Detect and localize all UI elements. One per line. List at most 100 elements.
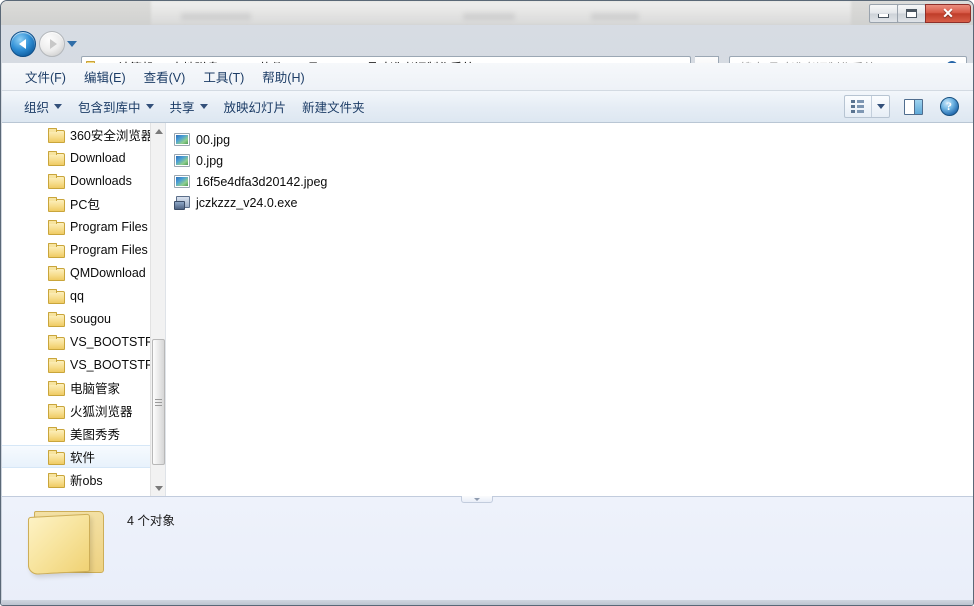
title-bar[interactable]: ✕ bbox=[1, 1, 973, 25]
toolbar-right-group: ? bbox=[844, 95, 973, 118]
file-list-item[interactable]: 00.jpg bbox=[166, 129, 973, 150]
sidebar-item-sougou[interactable]: sougou bbox=[2, 307, 152, 330]
chevron-down-icon bbox=[876, 104, 885, 109]
chevron-down-icon bbox=[199, 104, 208, 109]
toolbar-new-folder-button[interactable]: 新建文件夹 bbox=[294, 93, 373, 120]
image-file-icon bbox=[174, 133, 190, 146]
preview-pane-icon bbox=[903, 98, 923, 115]
close-button[interactable]: ✕ bbox=[925, 3, 971, 23]
sidebar-item-program-files[interactable]: Program Files bbox=[2, 215, 152, 238]
sidebar-item-qq[interactable]: qq bbox=[2, 284, 152, 307]
minimize-button[interactable] bbox=[869, 3, 898, 23]
sidebar-item-label: Downloads bbox=[70, 173, 132, 188]
forward-arrow-icon bbox=[49, 39, 57, 49]
toolbar-include-in-library-button[interactable]: 包含到库中 bbox=[70, 93, 162, 120]
folder-icon bbox=[48, 266, 65, 281]
command-toolbar: 组织 包含到库中 共享 放映幻灯片 新建文件夹 ? bbox=[2, 91, 973, 123]
view-mode-control[interactable] bbox=[844, 95, 890, 118]
background-window-ghost-text bbox=[463, 13, 515, 20]
scrollbar-thumb[interactable] bbox=[152, 339, 165, 465]
help-icon: ? bbox=[939, 97, 959, 116]
toolbar-share-label: 共享 bbox=[169, 101, 195, 115]
file-name: jczkzzz_v24.0.exe bbox=[196, 195, 298, 210]
menu-bar: 文件(F) 编辑(E) 查看(V) 工具(T) 帮助(H) bbox=[2, 63, 973, 91]
toolbar-organize-button[interactable]: 组织 bbox=[16, 93, 70, 120]
close-icon: ✕ bbox=[942, 5, 954, 21]
forward-button[interactable] bbox=[39, 31, 65, 57]
chevron-down-icon bbox=[145, 104, 154, 109]
sidebar-item-computer-butler[interactable]: 电脑管家 bbox=[2, 376, 152, 399]
sidebar-item-meitu[interactable]: 美图秀秀 bbox=[2, 422, 152, 445]
chevron-down-icon bbox=[154, 485, 163, 491]
toolbar-slideshow-button[interactable]: 放映幻灯片 bbox=[216, 93, 295, 120]
file-name: 16f5e4dfa3d20142.jpeg bbox=[196, 174, 328, 189]
back-button[interactable] bbox=[10, 31, 36, 57]
sidebar-item-label: Program Files bbox=[70, 219, 148, 234]
folder-icon bbox=[48, 197, 65, 212]
details-pane: 4 个对象 bbox=[2, 496, 973, 605]
sidebar-item-label: 电脑管家 bbox=[70, 382, 121, 396]
folder-icon bbox=[48, 151, 65, 166]
preview-pane-button[interactable] bbox=[900, 96, 926, 118]
sidebar-item-vs-bootstrapper-1[interactable]: VS_BOOTSTR… bbox=[2, 330, 165, 353]
folder-icon bbox=[48, 312, 65, 327]
toolbar-include-in-library-label: 包含到库中 bbox=[78, 101, 141, 115]
view-mode-dropdown-button[interactable] bbox=[871, 96, 889, 117]
toolbar-organize-label: 组织 bbox=[24, 101, 50, 115]
sidebar-item-program-files-x86[interactable]: Program Files bbox=[2, 238, 152, 261]
file-list[interactable]: 00.jpg 0.jpg 16f5e4dfa3d20142.jpeg jczkz… bbox=[166, 123, 973, 496]
file-name: 0.jpg bbox=[196, 153, 224, 168]
navigation-pane-scrollbar[interactable] bbox=[150, 123, 165, 496]
background-window-ghost-text bbox=[591, 13, 639, 20]
folder-icon bbox=[48, 220, 65, 235]
sidebar-item-label: QMDownload bbox=[70, 265, 146, 280]
folder-preview-icon bbox=[28, 507, 106, 581]
folder-icon bbox=[48, 128, 65, 143]
sidebar-item-firefox-browser[interactable]: 火狐浏览器 bbox=[2, 399, 152, 422]
sidebar-item-software[interactable]: 软件 bbox=[2, 445, 152, 468]
sidebar-item-download[interactable]: Download bbox=[2, 146, 152, 169]
back-arrow-icon bbox=[18, 39, 26, 49]
menu-item-file[interactable]: 文件(F) bbox=[16, 63, 75, 90]
image-file-icon bbox=[174, 175, 190, 188]
maximize-button[interactable] bbox=[897, 3, 926, 23]
folder-icon bbox=[48, 404, 65, 419]
sidebar-item-downloads[interactable]: Downloads bbox=[2, 169, 152, 192]
menu-item-view[interactable]: 查看(V) bbox=[135, 63, 195, 90]
recent-pages-dropdown-icon[interactable] bbox=[67, 41, 77, 47]
folder-icon bbox=[48, 243, 65, 258]
image-file-icon bbox=[174, 154, 190, 167]
folder-icon bbox=[48, 450, 65, 465]
sidebar-item-label: Download bbox=[70, 150, 126, 165]
folder-icon bbox=[48, 358, 65, 373]
maximize-icon bbox=[906, 8, 917, 18]
file-list-item[interactable]: 0.jpg bbox=[166, 150, 973, 171]
help-button[interactable]: ? bbox=[936, 96, 962, 118]
navigation-pane[interactable]: 360安全浏览器 Download Downloads PC包 Program … bbox=[2, 123, 166, 496]
window-controls: ✕ bbox=[869, 3, 971, 23]
sidebar-item-pc-package[interactable]: PC包 bbox=[2, 192, 152, 215]
chevron-down-icon bbox=[54, 104, 63, 109]
executable-file-icon bbox=[174, 195, 190, 210]
sidebar-item-360-browser[interactable]: 360安全浏览器 bbox=[2, 123, 153, 146]
menu-item-tools[interactable]: 工具(T) bbox=[194, 63, 253, 90]
window-bottom-edge bbox=[1, 600, 973, 605]
file-list-item[interactable]: 16f5e4dfa3d20142.jpeg bbox=[166, 171, 973, 192]
sidebar-item-qmdownload[interactable]: QMDownload bbox=[2, 261, 152, 284]
toolbar-share-button[interactable]: 共享 bbox=[162, 93, 216, 120]
folder-icon bbox=[48, 289, 65, 304]
menu-item-edit[interactable]: 编辑(E) bbox=[75, 63, 135, 90]
menu-item-help[interactable]: 帮助(H) bbox=[253, 63, 313, 90]
navigation-row: 计算机 本地磁盘 (D:) 软件 6月 03 具才准考证制作系统 ↻ 搜索 具才… bbox=[1, 25, 973, 79]
scroll-up-button[interactable] bbox=[151, 123, 165, 139]
scroll-down-button[interactable] bbox=[151, 480, 165, 496]
sidebar-item-label: 新obs bbox=[70, 474, 103, 488]
sidebar-item-label: qq bbox=[70, 288, 84, 303]
sidebar-item-vs-bootstrapper-2[interactable]: VS_BOOTSTR… bbox=[2, 353, 165, 376]
minimize-icon bbox=[878, 13, 889, 18]
sidebar-item-new-obs[interactable]: 新obs bbox=[2, 468, 152, 491]
details-pane-resize-grip[interactable] bbox=[461, 496, 493, 503]
view-mode-icon[interactable] bbox=[845, 96, 871, 117]
item-count-label: 4 个对象 bbox=[127, 514, 175, 528]
file-list-item[interactable]: jczkzzz_v24.0.exe bbox=[166, 192, 973, 213]
